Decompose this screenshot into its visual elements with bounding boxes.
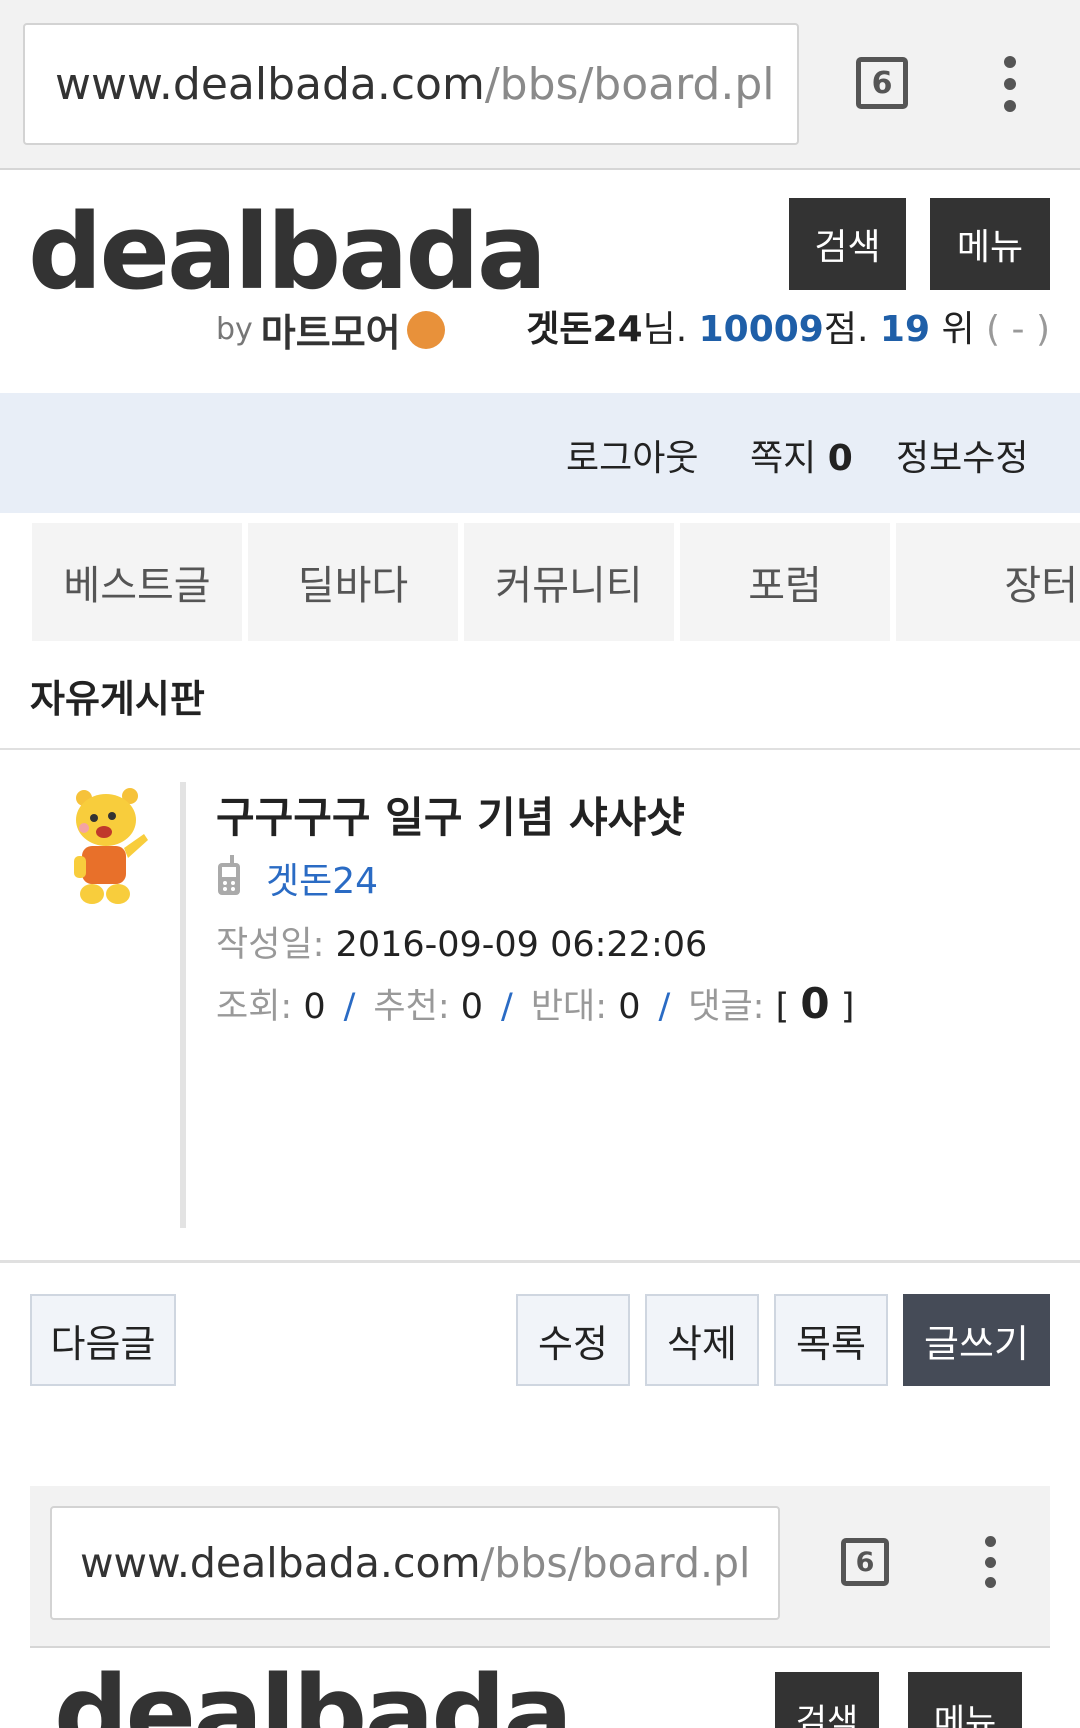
mobile-phone-icon (216, 855, 242, 901)
user-rank: 19 (879, 309, 930, 350)
nav-item-forum[interactable]: 포럼 (680, 523, 890, 641)
divider (0, 748, 1080, 750)
embedded-url-path: /bbs/board.pl (480, 1539, 751, 1587)
embedded-screenshot: www.dealbada.com/bbs/board.pl 6 dealbada… (30, 1486, 1050, 1728)
logo-byline: by 마트모어 (216, 302, 445, 357)
rank-suffix: 위 (941, 309, 975, 350)
logo-wordmark: dealbada (28, 191, 547, 313)
embedded-tab-count: 6 (855, 1546, 875, 1578)
post-date: 2016-09-09 06:22:06 (335, 925, 708, 965)
dislikes-count: 0 (618, 987, 641, 1027)
messages-label: 쪽지 (750, 438, 817, 479)
dislikes-label: 반대: (530, 987, 608, 1027)
embedded-menu-button: 메뉴 (908, 1672, 1022, 1728)
user-nim: 님. (642, 309, 688, 350)
messages-count: 0 (827, 438, 853, 479)
tab-count: 6 (871, 65, 893, 101)
address-bar[interactable]: www.dealbada.com/bbs/board.pl (23, 23, 799, 145)
site-logo[interactable]: dealbada by 마트모어 (28, 191, 547, 355)
overflow-menu-icon[interactable] (998, 56, 1022, 112)
nav-item-community[interactable]: 커뮤니티 (464, 523, 674, 641)
post-title: 구구구구 일구 기념 샤샤샷 (216, 793, 685, 842)
edit-button[interactable]: 수정 (516, 1294, 630, 1386)
browser-toolbar: www.dealbada.com/bbs/board.pl 6 (0, 0, 1080, 170)
likes-label: 추천: (373, 987, 450, 1027)
nav-item-best[interactable]: 베스트글 (32, 523, 242, 641)
messages-link[interactable]: 쪽지 0 (750, 429, 853, 481)
post-author: 겟돈24 (216, 852, 378, 904)
nav-item-dealbada[interactable]: 딜바다 (248, 523, 458, 641)
martmore-logo-icon (406, 310, 445, 349)
author-name[interactable]: 겟돈24 (266, 852, 378, 904)
post-sidebar-line (180, 782, 186, 1228)
write-button[interactable]: 글쓰기 (903, 1294, 1050, 1386)
views-count: 0 (303, 987, 326, 1027)
account-bar: 로그아웃 쪽지 0 정보수정 (0, 393, 1080, 513)
edit-info-link[interactable]: 정보수정 (896, 429, 1028, 481)
embedded-url-host: www.dealbada.com (80, 1539, 481, 1587)
comments-count: 0 (800, 979, 830, 1028)
embedded-search-button: 검색 (775, 1672, 879, 1728)
comments-label: 댓글: (688, 987, 765, 1027)
user-name: 겟돈24 (526, 309, 643, 350)
points-suffix: 점. (823, 309, 869, 350)
nav-item-market[interactable]: 장터 (896, 523, 1080, 641)
delete-button[interactable]: 삭제 (645, 1294, 759, 1386)
logo-sub: 마트모어 (260, 311, 401, 355)
user-points: 10009 (698, 309, 824, 350)
post-date-line: 작성일: 2016-09-09 06:22:06 (216, 916, 707, 967)
views-label: 조회: (216, 987, 293, 1027)
url-path: /bbs/board.pl (484, 58, 775, 110)
list-button[interactable]: 목록 (774, 1294, 888, 1386)
search-button[interactable]: 검색 (789, 198, 906, 290)
embedded-tab-switcher-icon: 6 (841, 1538, 889, 1586)
tab-switcher-button[interactable]: 6 (856, 57, 908, 109)
user-status: 겟돈24님. 10009점. 19 위 ( - ) (526, 300, 1050, 352)
next-post-button[interactable]: 다음글 (30, 1294, 176, 1386)
rank-change: ( - ) (986, 309, 1050, 350)
main-nav: 베스트글 딜바다 커뮤니티 포럼 장터 (0, 523, 1080, 641)
logout-link[interactable]: 로그아웃 (566, 429, 698, 481)
url-host: www.dealbada.com (55, 58, 485, 110)
embedded-overflow-menu-icon (978, 1536, 1002, 1588)
menu-button[interactable]: 메뉴 (930, 198, 1050, 290)
board-title: 자유게시판 (30, 677, 205, 721)
author-avatar (70, 786, 154, 910)
date-label: 작성일: (216, 925, 325, 965)
divider (0, 1260, 1080, 1263)
embedded-logo-wordmark: dealbada (54, 1653, 573, 1728)
logo-by: by (216, 312, 253, 347)
likes-count: 0 (460, 987, 484, 1027)
embedded-address-bar: www.dealbada.com/bbs/board.pl (50, 1506, 780, 1620)
post-stats: 조회: 0/추천: 0/반대: 0/댓글: [ 0 ] (216, 979, 855, 1028)
